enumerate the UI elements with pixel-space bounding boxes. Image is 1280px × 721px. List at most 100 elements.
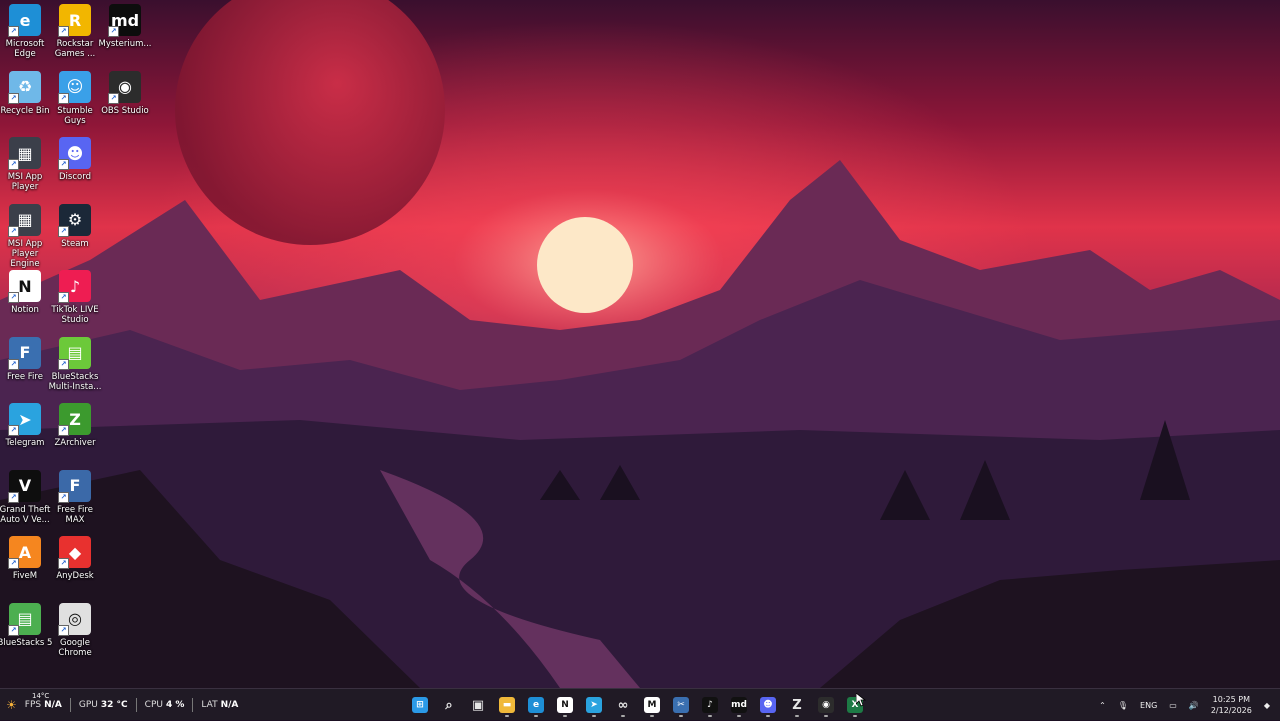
meta-icon[interactable]: ∞ xyxy=(611,693,635,717)
shortcut-arrow-icon: ↗ xyxy=(58,425,69,436)
desktop-icon-label: OBS Studio xyxy=(101,105,149,116)
desktop-icon-label: Mysterium... xyxy=(98,39,152,49)
shortcut-arrow-icon: ↗ xyxy=(58,92,69,104)
desktop-icon[interactable]: F ↗ Free Fire MAX xyxy=(50,469,100,536)
shortcut-arrow-icon: ↗ xyxy=(58,358,69,370)
taskbar-app-glyph: ▬ xyxy=(499,697,515,713)
notification-icon[interactable]: ◆ xyxy=(1264,701,1270,710)
desktop-icon-label: Google Chrome xyxy=(58,637,92,658)
divider xyxy=(135,698,137,712)
desktop-icon-label: BlueStacks 5 xyxy=(0,637,53,648)
language-indicator[interactable]: ENG xyxy=(1140,701,1157,710)
desktop-icon[interactable]: ▦ ↗ MSI App Player xyxy=(0,137,50,203)
chrome-icon: ◎ ↗ xyxy=(58,602,91,636)
desktop-icon-label: Stumble Guys xyxy=(57,105,93,126)
clock[interactable]: 10:25 PM 2/12/2026 xyxy=(1211,694,1252,716)
start-button[interactable]: ⊞ xyxy=(408,693,432,717)
desktop-icon[interactable]: R ↗ Rockstar Games ... xyxy=(50,4,100,70)
desktop-icon-label: Telegram xyxy=(5,438,45,448)
bluestacks5-icon: ▤ ↗ xyxy=(8,602,41,636)
shortcut-arrow-icon: ↗ xyxy=(8,624,19,636)
mysterium-icon: md ↗ xyxy=(108,4,141,37)
taskbar-app-glyph: ➤ xyxy=(586,697,602,713)
file-explorer-icon[interactable]: ▬ xyxy=(495,693,519,717)
running-indicator xyxy=(534,715,538,717)
chevron-up-icon[interactable]: ⌃ xyxy=(1099,701,1106,710)
shortcut-arrow-icon: ↗ xyxy=(8,558,19,569)
desktop-wallpaper xyxy=(0,0,1280,688)
obs-icon: ◉ ↗ xyxy=(108,70,141,104)
shortcut-arrow-icon: ↗ xyxy=(58,292,69,303)
desktop-icon[interactable]: ◎ ↗ Google Chrome xyxy=(50,602,100,669)
volume-icon[interactable]: 🔊 xyxy=(1189,701,1199,710)
notion-icon[interactable]: N xyxy=(553,693,577,717)
desktop-icon[interactable]: ☺ ↗ Stumble Guys xyxy=(50,70,100,137)
shortcut-arrow-icon: ↗ xyxy=(58,159,69,170)
desktop-icon-label: Steam xyxy=(61,238,89,249)
desktop-icon[interactable]: ▤ ↗ BlueStacks 5 xyxy=(0,602,53,669)
desktop-icon[interactable]: ◆ ↗ AnyDesk xyxy=(50,536,100,602)
desktop-icon[interactable]: V ↗ Grand Theft Auto V Ve... xyxy=(0,469,51,536)
desktop-icon[interactable]: e ↗ Microsoft Edge xyxy=(0,4,50,70)
search-icon[interactable]: ⌕ xyxy=(437,693,461,717)
desktop-icon-label: MSI App Player xyxy=(7,172,43,192)
zarchiver-icon: Z ↗ xyxy=(58,403,91,436)
desktop-icon[interactable]: md ↗ Mysterium... xyxy=(98,4,152,70)
cpu-value: 4 % xyxy=(165,700,185,710)
desktop-icon-label: Grand Theft Auto V Ve... xyxy=(0,504,51,525)
shortcut-arrow-icon: ↗ xyxy=(8,358,19,370)
notion-icon: N ↗ xyxy=(8,270,41,303)
running-indicator xyxy=(621,715,625,717)
desktop-icon[interactable]: ⚙ ↗ Steam xyxy=(50,203,100,270)
mysterium-icon[interactable]: md xyxy=(727,693,751,717)
gpu-value: 32 °C xyxy=(100,700,128,710)
desktop-icon[interactable]: ♻ ↗ Recycle Bin xyxy=(0,70,50,137)
running-indicator xyxy=(505,715,509,717)
shortcut-arrow-icon: ↗ xyxy=(108,26,119,37)
desktop-icon[interactable]: ▤ ↗ BlueStacks Multi-Insta... xyxy=(49,336,101,403)
desktop-icon[interactable]: ◉ ↗ OBS Studio xyxy=(100,70,150,137)
taskbar-app-glyph: ✂ xyxy=(673,697,689,713)
desktop-icon[interactable]: ➤ ↗ Telegram xyxy=(0,403,50,469)
desktop-icon[interactable]: Z ↗ ZArchiver xyxy=(50,403,100,469)
lat-label: LAT xyxy=(201,700,218,710)
desktop-icon[interactable]: F ↗ Free Fire xyxy=(0,336,50,403)
shortcut-arrow-icon: ↗ xyxy=(8,92,19,104)
desktop-icon[interactable]: ♪ ↗ TikTok LIVE Studio xyxy=(50,270,100,336)
capcut-icon[interactable]: M xyxy=(640,693,664,717)
microphone-icon[interactable]: 🎙 xyxy=(1118,701,1128,710)
taskbar-app-glyph: M xyxy=(644,697,660,713)
clock-time: 10:25 PM xyxy=(1212,695,1250,704)
desktop-icon[interactable]: N ↗ Notion xyxy=(0,270,50,336)
shortcut-arrow-icon: ↗ xyxy=(108,92,119,104)
taskbar-app-glyph: ◉ xyxy=(818,697,834,713)
anydesk-icon: ◆ ↗ xyxy=(58,536,91,569)
shortcut-arrow-icon: ↗ xyxy=(8,425,19,436)
running-indicator xyxy=(679,715,683,717)
running-indicator xyxy=(853,715,857,717)
desktop-icon-label: TikTok LIVE Studio xyxy=(51,305,99,325)
weather-temperature[interactable]: 14°C xyxy=(32,692,49,700)
shortcut-arrow-icon: ↗ xyxy=(8,159,19,170)
desktop-icon[interactable]: ☻ ↗ Discord xyxy=(50,137,100,203)
running-indicator xyxy=(824,715,828,717)
taskbar: ☀ FPS N/A GPU 32 °C CPU 4 % LAT N/A 14°C ⊞ ⌕ ▣… xyxy=(0,688,1280,720)
desktop-icon-label: Notion xyxy=(11,305,39,315)
shortcut-arrow-icon: ↗ xyxy=(58,26,69,37)
task-view-icon[interactable]: ▣ xyxy=(466,693,490,717)
desktop-icon[interactable]: ▦ ↗ MSI App Player Engine xyxy=(0,203,50,270)
steam-icon: ⚙ ↗ xyxy=(58,203,91,237)
desktop-icon[interactable]: A ↗ FiveM xyxy=(0,536,50,602)
network-icon[interactable]: ▭ xyxy=(1169,701,1177,710)
discord-icon[interactable]: ☻ xyxy=(756,693,780,717)
sniping-tool-icon[interactable]: ✂ xyxy=(669,693,693,717)
tiktok-icon[interactable]: ♪ xyxy=(698,693,722,717)
edge-icon[interactable]: e xyxy=(524,693,548,717)
taskbar-app-glyph: md xyxy=(731,697,747,713)
taskbar-app-glyph: ☻ xyxy=(760,697,776,713)
zed-icon[interactable]: Z xyxy=(785,693,809,717)
tiktok-live-icon: ♪ ↗ xyxy=(58,270,91,303)
telegram-icon[interactable]: ➤ xyxy=(582,693,606,717)
taskbar-app-glyph: Z xyxy=(792,697,802,713)
obs-icon[interactable]: ◉ xyxy=(814,693,838,717)
